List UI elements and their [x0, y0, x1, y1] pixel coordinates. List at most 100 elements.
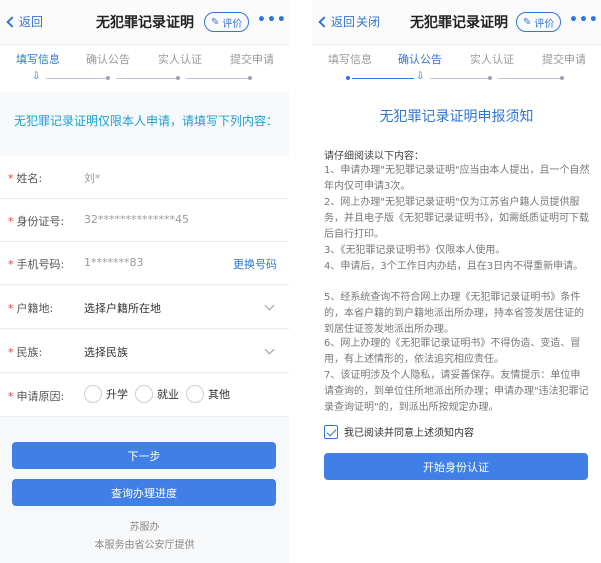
page-title: 无犯罪记录证明 [96, 15, 194, 31]
origin-label-text: 户籍地: [16, 302, 54, 315]
ethnic-placeholder: 选择民族 [84, 346, 128, 359]
phone-label: * 手机号码: [8, 256, 64, 272]
phone-label-text: 手机号码: [16, 258, 65, 271]
reason-label-school: 升学 [106, 388, 128, 401]
step-fill-info: 填写信息 [16, 53, 60, 66]
reason-label-other: 其他 [208, 388, 230, 401]
agree-checkbox[interactable]: 我已阅读并同意上述须知内容 [324, 424, 474, 439]
rule-item: 5、经系统查询不符合网上办理《无犯罪记录证明书》条件的，本省户籍的到户籍地派出所… [324, 292, 584, 335]
ethnic-label-text: 民族: [16, 346, 43, 359]
step-dot [560, 76, 564, 80]
step-line [116, 78, 176, 79]
page-title: 无犯罪记录证明 [410, 15, 508, 31]
step-fill-info: 填写信息 [328, 53, 372, 66]
step-dot [488, 76, 492, 80]
step-submit: 提交申请 [230, 53, 274, 66]
step-indicator: 填写信息 确认公告 实人认证 提交申请 ⇩ [0, 44, 289, 92]
reason-label: * 申请原因: [8, 388, 64, 404]
step-line [186, 78, 248, 79]
reason-radio-employment[interactable]: 就业 [135, 385, 179, 403]
more-menu-icon[interactable]: ••• [569, 12, 599, 28]
name-row: * 姓名: 刘* [0, 156, 289, 199]
rule-item: 2、网上办理"无犯罪记录证明"仅为江苏省户籍人员提供服务，并且电子版《无犯罪记录… [324, 197, 589, 240]
household-origin-select[interactable]: * 户籍地: 选择户籍所在地 [0, 286, 289, 329]
radio-circle-icon [186, 385, 204, 403]
origin-label: * 户籍地: [8, 300, 53, 316]
step-line-done [352, 78, 414, 79]
required-mark: * [8, 390, 14, 403]
apply-notice: 无犯罪记录证明仅限本人申请，请填写下列内容： [14, 114, 279, 128]
required-mark: * [8, 346, 14, 359]
query-progress-button[interactable]: 查询办理进度 [12, 479, 276, 506]
reason-label-text: 申请原因: [16, 390, 65, 403]
notice-confirm-screen: 返回 关闭 无犯罪记录证明 ✎ 评价 ••• 填写信息 确认公告 实人认证 提交… [312, 0, 601, 563]
apply-info-screen: 返回 无犯罪记录证明 ✎ 评价 ••• 填写信息 确认公告 实人认证 提交申请 … [0, 0, 289, 563]
id-number-label: * 身份证号: [8, 213, 64, 229]
notice-title: 无犯罪记录证明申报须知 [379, 109, 534, 125]
more-menu-icon[interactable]: ••• [257, 12, 287, 28]
ethnicity-select[interactable]: * 民族: 选择民族 [0, 330, 289, 373]
rate-label: 评价 [222, 18, 243, 30]
start-identity-verification-button[interactable]: 开始身份认证 [324, 453, 588, 480]
step-submit: 提交申请 [542, 53, 586, 66]
required-mark: * [8, 258, 14, 271]
required-mark: * [8, 172, 14, 185]
step-dot [248, 76, 252, 80]
step-identity-verify: 实人认证 [470, 53, 514, 66]
close-button[interactable]: 关闭 [356, 13, 380, 30]
reason-label-employment: 就业 [157, 388, 179, 401]
chevron-left-icon [6, 15, 18, 28]
footer-provider: 本服务由省公安厅提供 [94, 540, 195, 551]
rate-button[interactable]: ✎ 评价 [516, 12, 562, 32]
phone-row: * 手机号码: 1*******83 更换号码 [0, 242, 289, 285]
name-label-text: 姓名: [16, 172, 43, 185]
chevron-left-icon [318, 15, 330, 28]
step-identity-verify: 实人认证 [158, 53, 202, 66]
step-confirm-notice: 确认公告 [86, 53, 130, 66]
reason-row: * 申请原因: 升学 就业 其他 [0, 374, 289, 417]
step-dot [106, 76, 110, 80]
chevron-down-icon [264, 344, 275, 355]
reason-radio-school[interactable]: 升学 [84, 385, 128, 403]
next-button[interactable]: 下一步 [12, 442, 276, 469]
instruction-heading: 请仔细阅读以下内容： [324, 151, 424, 162]
edit-icon: ✎ [523, 16, 532, 28]
id-number-value: 32**************45 [84, 213, 189, 226]
ethnic-label: * 民族: [8, 344, 42, 360]
chevron-down-icon [264, 300, 275, 311]
name-label: * 姓名: [8, 170, 42, 186]
current-step-marker-icon: ⇩ [416, 71, 425, 82]
step-line [46, 78, 106, 79]
step-dot-done [346, 76, 350, 80]
rule-item: 1、申请办理"无犯罪记录证明"应当由本人提出，且一个自然年内仅可申请3次。 [324, 165, 590, 192]
current-step-marker-icon: ⇩ [32, 71, 41, 82]
rule-item: 4、申请后，3个工作日内办结，且在3日内不得重新申请。 [324, 261, 584, 272]
back-button[interactable]: 返回 [316, 13, 355, 30]
origin-placeholder: 选择户籍所在地 [84, 302, 161, 315]
rule-item: 3、《无犯罪记录证明书》仅限本人使用。 [324, 245, 506, 256]
step-line [498, 78, 560, 79]
back-button[interactable]: 返回 [4, 13, 43, 30]
edit-icon: ✎ [211, 16, 220, 28]
agree-label: 我已阅读并同意上述须知内容 [344, 428, 474, 439]
rule-item: 7、该证明涉及个人隐私，请妥善保存。友情提示：单位申请查询的，到单位住所地派出所… [324, 370, 589, 413]
id-number-label-text: 身份证号: [16, 215, 65, 228]
rate-button[interactable]: ✎ 评价 [204, 12, 250, 32]
footer-app-name: 苏服办 [129, 522, 160, 533]
required-mark: * [8, 215, 14, 228]
name-value: 刘* [84, 172, 101, 185]
step-dot [176, 76, 180, 80]
back-label: 返回 [331, 15, 356, 29]
checkmark-icon [324, 424, 338, 439]
radio-circle-icon [135, 385, 153, 403]
navbar: 返回 关闭 无犯罪记录证明 ✎ 评价 ••• [312, 0, 601, 44]
step-indicator: 填写信息 确认公告 实人认证 提交申请 ⇩ [312, 44, 601, 92]
back-label: 返回 [19, 15, 44, 29]
navbar: 返回 无犯罪记录证明 ✎ 评价 ••• [0, 0, 289, 44]
change-phone-link[interactable]: 更换号码 [233, 256, 277, 272]
radio-circle-icon [84, 385, 102, 403]
step-line [430, 78, 488, 79]
phone-value: 1*******83 [84, 256, 144, 269]
rule-item: 6、网上办理的《无犯罪记录证明书》不得伪造、变造、冒用，有上述情形的，依法追究相… [324, 338, 581, 365]
reason-radio-other[interactable]: 其他 [186, 385, 230, 403]
